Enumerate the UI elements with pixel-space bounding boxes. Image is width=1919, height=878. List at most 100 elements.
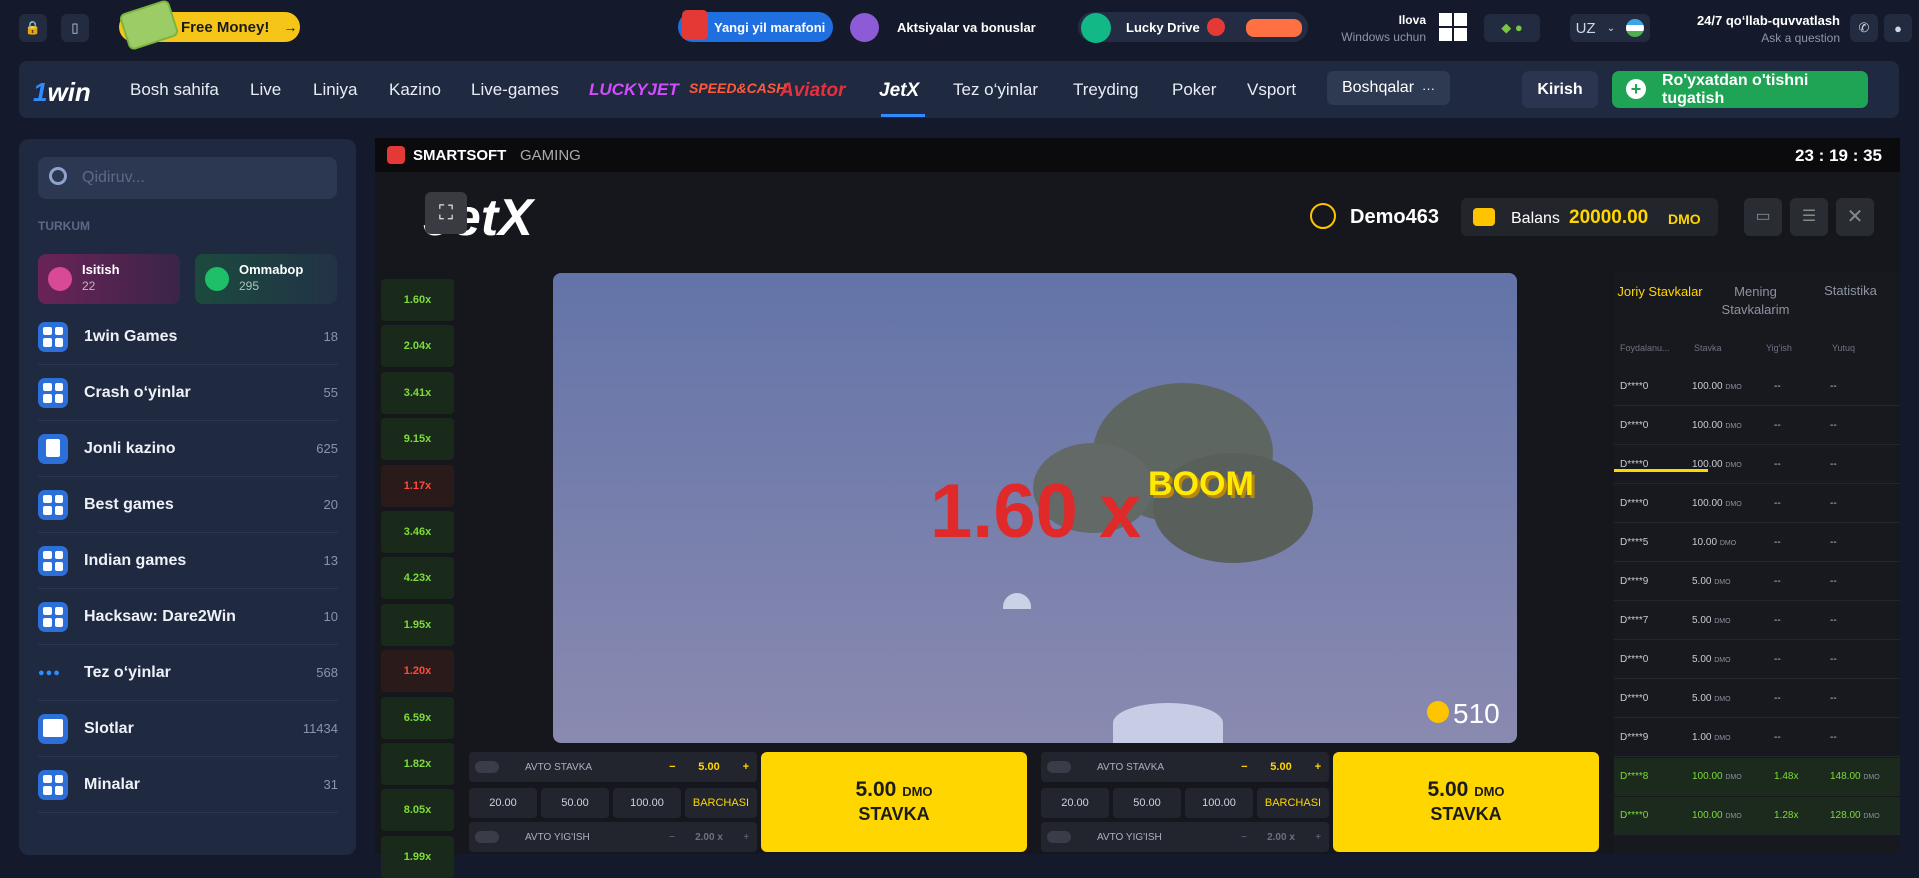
smile-icon (205, 267, 229, 291)
bet-user: D****7 (1620, 615, 1649, 626)
bet-currency: DMO (1719, 540, 1737, 547)
grid-icon (38, 545, 68, 576)
mobile-icon[interactable]: ▯ (61, 14, 89, 42)
bet-cashout: -- (1774, 615, 1781, 626)
windows-icon[interactable] (1439, 13, 1467, 41)
lock-icon[interactable]: 🔒 (19, 14, 47, 42)
bet-row: D****9 1.00 DMO -- -- (1614, 719, 1900, 757)
auto-cash-toggle[interactable] (1047, 831, 1071, 843)
bet-row: D****0 5.00 DMO -- -- (1614, 641, 1900, 679)
register-button[interactable]: + Ro'yxatdan o'tishni tugatish (1612, 71, 1868, 108)
nav-home[interactable]: Bosh sahifa (130, 80, 219, 100)
sidebar-item-1win-games[interactable]: 1win Games 18 (38, 309, 338, 365)
sidebar-item-hacksaw[interactable]: Hacksaw: Dare2Win 10 (38, 589, 338, 645)
menu-icon[interactable]: ☰ (1790, 198, 1828, 236)
nav-live-games[interactable]: Live-games (471, 80, 559, 100)
quick-bet-20[interactable]: 20.00 (469, 788, 537, 818)
tab-current-bets[interactable]: Joriy Stavkalar (1614, 283, 1706, 301)
marathon-button[interactable]: Yangi yil marafoni (678, 10, 833, 42)
support[interactable]: 24/7 qo‘llab-quvvatlash Ask a question (1665, 13, 1840, 45)
cashout-stepper[interactable]: −2.00 x + (1241, 832, 1321, 843)
tab-my-bets[interactable]: Mening Stavkalarim (1708, 283, 1803, 319)
chat-icon[interactable]: ● (1884, 14, 1912, 42)
bet-button-1[interactable]: 5.00 DMO STAVKA (761, 752, 1027, 852)
bet-amount: 100.00 (1692, 771, 1723, 782)
bet-win: -- (1830, 654, 1837, 665)
sidebar-item-indian-games[interactable]: Indian games 13 (38, 533, 338, 589)
fullscreen-icon[interactable]: ⛶ (425, 192, 467, 234)
free-money-button[interactable]: Free Money! → (118, 0, 300, 52)
sidebar-item-mines[interactable]: Minalar 31 (38, 757, 338, 813)
bet-row: D****7 5.00 DMO -- -- (1614, 602, 1900, 640)
bet-currency: DMO (1714, 618, 1731, 625)
login-button[interactable]: Kirish (1522, 71, 1598, 108)
bet-stepper[interactable]: −5.00 + (1241, 761, 1321, 773)
bet-amount: 100.00 (1692, 498, 1723, 509)
quick-bet-100[interactable]: 100.00 (613, 788, 681, 818)
bet-cashout: -- (1774, 693, 1781, 704)
bet-win: -- (1830, 420, 1837, 431)
lucky-drive-button[interactable]: Lucky Drive (1078, 12, 1308, 43)
nav-jetx[interactable]: JetX (879, 80, 919, 102)
close-icon[interactable]: ✕ (1836, 198, 1874, 236)
all-in-button[interactable]: BARCHASI (1257, 788, 1329, 818)
cards-icon (38, 433, 68, 464)
category-hot[interactable]: Isitish 22 (38, 254, 180, 304)
bet-currency: DMO (1725, 501, 1742, 508)
gift-icon (682, 10, 708, 40)
smartsoft-logo-icon (387, 146, 405, 164)
auto-bet-toggle[interactable] (1047, 761, 1071, 773)
auto-cash-toggle[interactable] (475, 831, 499, 843)
bet-win: -- (1830, 498, 1837, 509)
auto-cash-row-1: AVTO YIG'ISH −2.00 x + (469, 822, 757, 852)
bet-cashout: 1.28x (1774, 810, 1799, 821)
chat-icon[interactable]: ▭ (1744, 198, 1782, 236)
quick-bet-100[interactable]: 100.00 (1185, 788, 1253, 818)
bet-amount: 100.00 (1692, 459, 1723, 470)
plus-icon: + (742, 761, 749, 773)
quick-bet-50[interactable]: 50.00 (541, 788, 609, 818)
search-input[interactable]: Qidiruv... (38, 157, 337, 199)
sidebar-item-crash[interactable]: Crash o‘yinlar 55 (38, 365, 338, 421)
quick-bet-50[interactable]: 50.00 (1113, 788, 1181, 818)
nav-live[interactable]: Live (250, 80, 281, 100)
bet-currency: DMO (1714, 696, 1731, 703)
nav-fast-games[interactable]: Tez o‘yinlar (953, 80, 1038, 100)
nav-casino[interactable]: Kazino (389, 80, 441, 100)
bet-button-2[interactable]: 5.00 DMO STAVKA (1333, 752, 1599, 852)
bet-stepper[interactable]: −5.00 + (669, 761, 749, 773)
history-multiplier: 3.46x (381, 511, 454, 553)
promotions-button[interactable]: Aktsiyalar va bonuslar (847, 12, 1047, 42)
tab-statistics[interactable]: Statistika (1803, 283, 1898, 298)
bet-amount: 5.00 (1692, 576, 1712, 587)
language-select[interactable]: UZ ⌄ (1570, 14, 1650, 42)
app-download[interactable]: Ilova Windows uchun (1336, 13, 1426, 44)
quick-bet-20[interactable]: 20.00 (1041, 788, 1109, 818)
nav-poker[interactable]: Poker (1172, 80, 1216, 100)
bet-row: D****0 100.00 DMO -- -- (1614, 446, 1900, 484)
nav-vsport[interactable]: Vsport (1247, 80, 1296, 100)
bet-cashout: -- (1774, 732, 1781, 743)
sidebar-item-best-games[interactable]: Best games 20 (38, 477, 338, 533)
bet-cashout: -- (1774, 576, 1781, 587)
auto-bet-toggle[interactable] (475, 761, 499, 773)
sidebar-item-slots[interactable]: Slotlar 11434 (38, 701, 338, 757)
sidebar-item-live-casino[interactable]: Jonli kazino 625 (38, 421, 338, 477)
bet-user: D****0 (1620, 693, 1649, 704)
all-in-button[interactable]: BARCHASI (685, 788, 757, 818)
more-button[interactable]: Boshqalar ··· (1327, 71, 1450, 105)
nav-luckyjet[interactable]: LUCKYJET (589, 80, 679, 100)
nav-speed-cash[interactable]: SPEED&CASH (689, 80, 786, 96)
android-apple-icons[interactable]: ◆ ● (1484, 14, 1540, 42)
history-multiplier: 2.04x (381, 325, 454, 368)
1win-logo[interactable]: 1win (33, 77, 91, 108)
nav-aviator[interactable]: Aviator (780, 80, 845, 102)
main-nav: 1win Bosh sahifa Live Liniya Kazino Live… (19, 61, 1899, 118)
category-popular[interactable]: Ommabop 295 (195, 254, 337, 304)
sidebar-item-fast-games[interactable]: ●●● Tez o‘yinlar 568 (38, 645, 338, 701)
phone-icon[interactable]: ✆ (1850, 14, 1878, 42)
nav-line[interactable]: Liniya (313, 80, 357, 100)
cashout-stepper[interactable]: −2.00 x + (669, 832, 749, 843)
bet-currency: DMO (1714, 657, 1731, 664)
nav-trading[interactable]: Treyding (1073, 80, 1139, 100)
